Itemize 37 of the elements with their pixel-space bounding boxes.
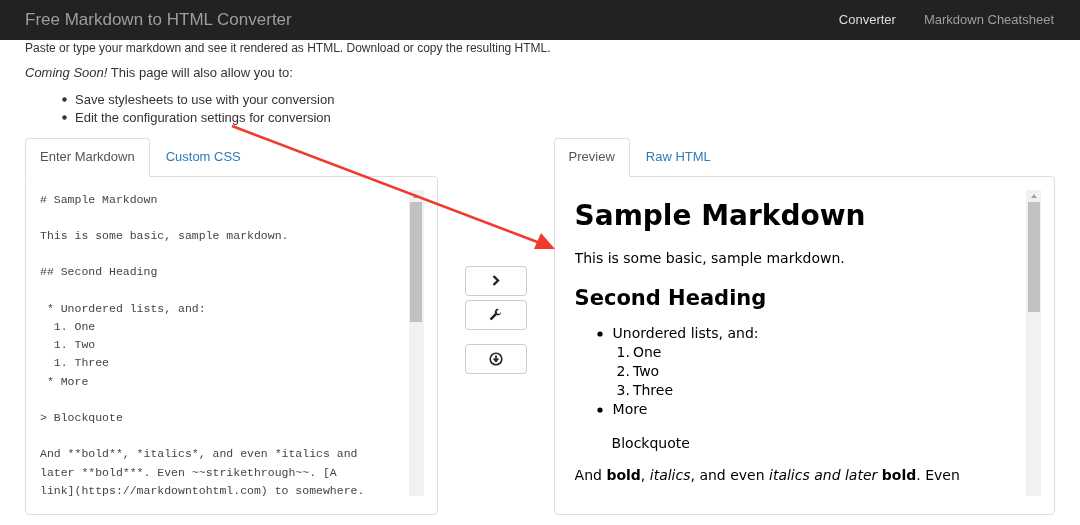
bullet-icon	[596, 406, 603, 413]
bullet-icon	[62, 97, 67, 102]
download-button[interactable]	[464, 343, 527, 374]
bullet-icon	[596, 330, 603, 337]
nav-link[interactable]: Converter	[838, 10, 896, 30]
list-number: 2.	[616, 362, 630, 381]
tab[interactable]: Custom CSS	[149, 137, 257, 176]
list-number: 1.	[616, 343, 630, 362]
bullet-icon	[62, 115, 67, 120]
markdown-editor[interactable]: # Sample Markdown This is some basic, sample markdown. ## Second Heading * Unordered lists, and: 1. One 1. Two 1. Three * More > Blockquote And **bold**, *italics*, and even *italics and later **bold***. Even ~~strikethrough~~. [A link](https://markdowntohtml.com) to somewhere.	[40, 189, 409, 496]
list-item: Unordered lists, and:	[612, 324, 759, 343]
settings-button[interactable]	[464, 299, 527, 330]
blockquote-text: Blockquote	[611, 434, 691, 453]
list-item: Two	[632, 362, 660, 381]
list-item: More	[612, 400, 648, 419]
wrench-icon	[489, 308, 503, 321]
intro-text: Paste or type your markdown and see it rendered as HTML. Download or copy the resulting HTML.	[25, 41, 552, 56]
brand-title[interactable]: Free Markdown to HTML Converter	[25, 7, 292, 33]
list-item: One	[632, 343, 662, 362]
convert-button[interactable]	[464, 265, 527, 296]
preview-paragraph: This is some basic, sample markdown.	[574, 248, 846, 268]
feature-item: Edit the configuration settings for conversion	[75, 108, 331, 127]
tab[interactable]: Preview	[553, 137, 630, 177]
list-item: Three	[632, 381, 674, 400]
tab[interactable]: Enter Markdown	[25, 137, 150, 177]
tab[interactable]: Raw HTML	[629, 137, 727, 176]
feature-item: Save stylesheets to use with your conversion	[75, 90, 335, 109]
scrollbar[interactable]	[1026, 189, 1041, 496]
preview-heading: Sample Markdown	[574, 197, 867, 234]
coming-soon-text: Coming Soon! This page will also allow you to:	[25, 64, 294, 82]
chevron-right-icon	[491, 275, 500, 286]
scrollbar[interactable]	[408, 189, 424, 496]
nav-link[interactable]: Markdown Cheatsheet	[923, 10, 1054, 30]
list-number: 3.	[616, 381, 630, 400]
preview-subheading: Second Heading	[574, 284, 768, 312]
download-icon	[488, 351, 503, 366]
preview-paragraph: And bold, italics, and even italics and later bold. Even	[574, 466, 961, 485]
